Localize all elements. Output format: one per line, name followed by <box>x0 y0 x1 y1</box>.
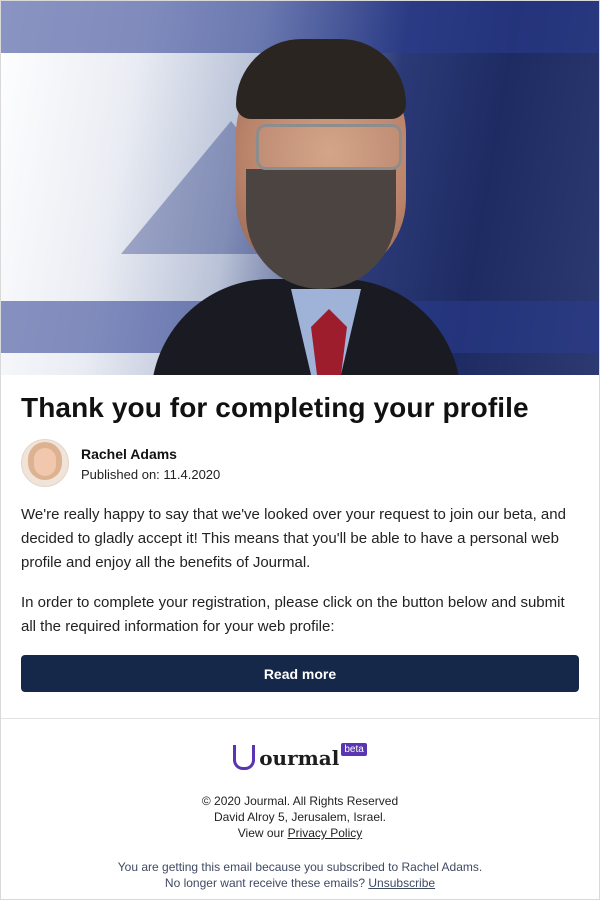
published-date: Published on: 11.4.2020 <box>81 466 221 482</box>
portrait-man <box>141 19 461 375</box>
unsubscribe-line: No longer want receive these emails? Uns… <box>1 875 599 891</box>
email-frame: Thank you for completing your profile Ra… <box>0 0 600 900</box>
subscription-notice: You are getting this email because you s… <box>117 860 483 874</box>
footer-copyright: © 2020 Jourmal. All Rights Reserved <box>201 794 399 808</box>
author-row: Rachel Adams Published on: 11.4.2020 <box>21 439 579 487</box>
author-avatar <box>21 439 69 487</box>
footer-privacy-line: View our Privacy Policy <box>1 825 599 841</box>
avatar-face <box>34 448 56 476</box>
portrait-hair <box>236 39 406 119</box>
author-name: Rachel Adams <box>81 445 177 462</box>
privacy-policy-link[interactable]: Privacy Policy <box>288 826 363 840</box>
hero-image <box>1 1 599 375</box>
article-paragraph-1: We're really happy to say that we've loo… <box>21 506 566 571</box>
brand-wordmark: ourmal <box>259 746 340 770</box>
portrait-glasses <box>256 124 402 170</box>
read-more-button[interactable]: Read more <box>21 655 579 692</box>
unsubscribe-link[interactable]: Unsubscribe <box>368 876 435 890</box>
footer-address: David Alroy 5, Jerusalem, Israel. <box>213 810 387 824</box>
article-title: Thank you for completing your profile <box>21 392 529 423</box>
email-footer: ourmal beta © 2020 Jourmal. All Rights R… <box>1 719 599 891</box>
portrait-beard <box>246 169 396 289</box>
article-paragraph-2: In order to complete your registration, … <box>21 594 565 635</box>
jourmal-logo-icon <box>233 745 256 770</box>
article-content: Thank you for completing your profile Ra… <box>1 375 599 692</box>
privacy-prefix: View our <box>237 826 285 840</box>
author-meta: Rachel Adams Published on: 11.4.2020 <box>81 445 220 482</box>
beta-badge: beta <box>341 743 367 756</box>
brand-logo[interactable]: ourmal beta <box>233 743 367 770</box>
unsubscribe-prefix: No longer want receive these emails? <box>164 876 366 890</box>
